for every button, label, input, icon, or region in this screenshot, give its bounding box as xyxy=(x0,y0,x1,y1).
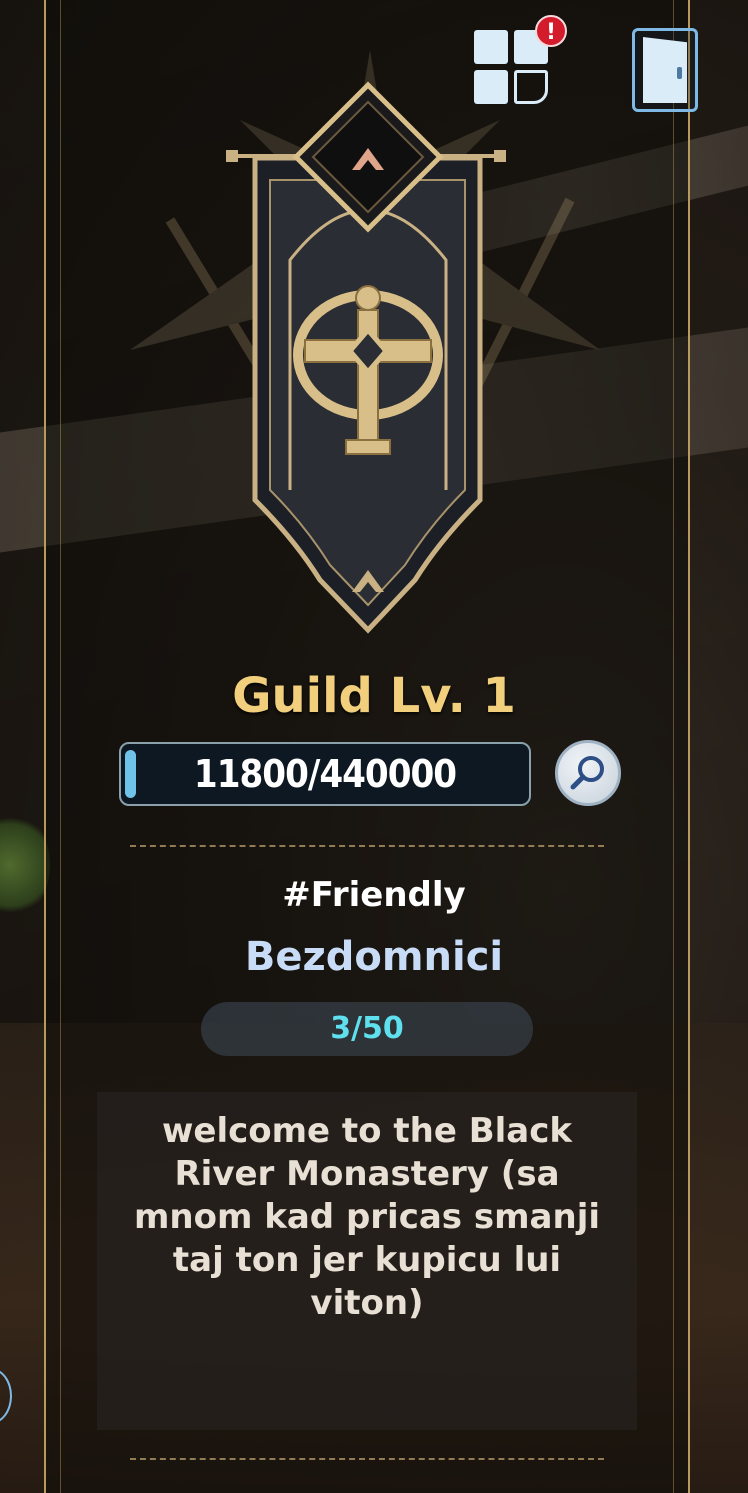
guild-xp-bar: 11800/440000 xyxy=(119,742,531,806)
xp-text: 11800/440000 xyxy=(193,752,457,796)
guild-emblem-banner xyxy=(130,50,600,634)
guild-details-search-button[interactable] xyxy=(555,740,621,806)
guild-description: welcome to the Black River Monastery (sa… xyxy=(133,1111,601,1323)
guild-level-label: Guild Lv. 1 xyxy=(232,668,516,724)
member-count-badge: 3/50 xyxy=(201,1002,533,1056)
magnifier-icon xyxy=(570,756,604,790)
guild-name: Bezdomnici xyxy=(244,934,504,980)
divider-bottom xyxy=(130,1458,604,1460)
exit-door-button[interactable] xyxy=(632,28,698,112)
divider-top xyxy=(130,845,604,847)
guild-tag: #Friendly xyxy=(282,875,466,915)
